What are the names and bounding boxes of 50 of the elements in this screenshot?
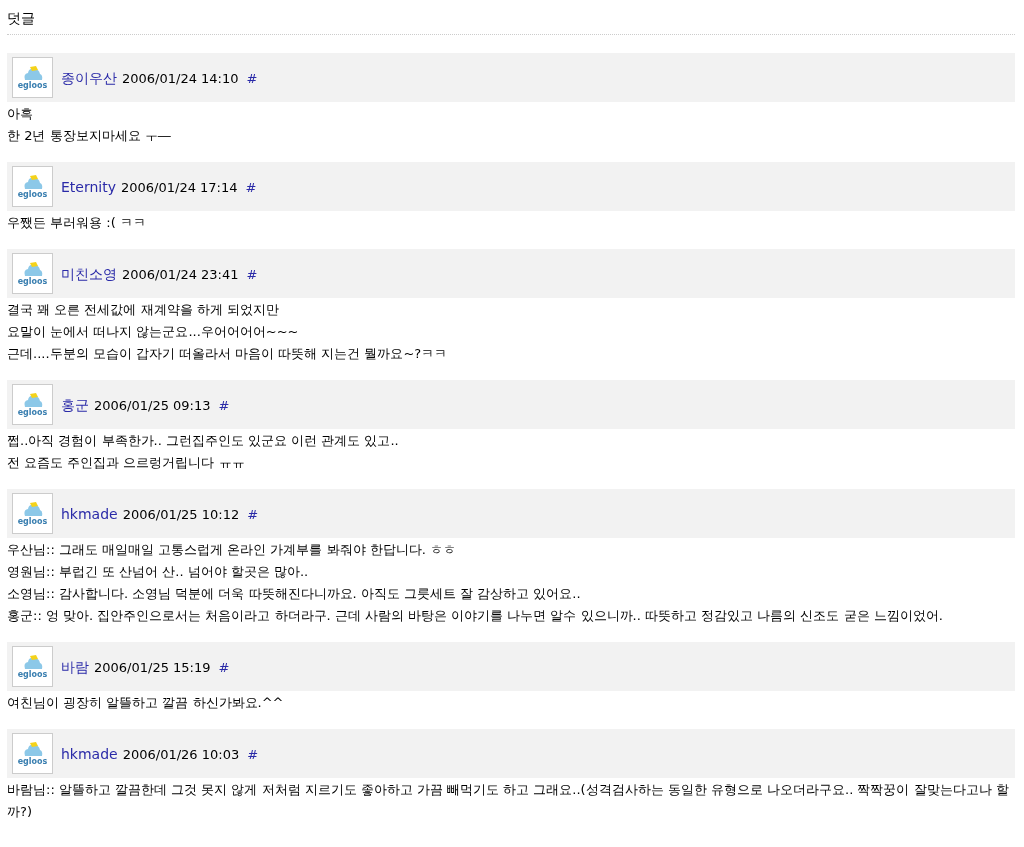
permalink[interactable]: # xyxy=(246,265,258,285)
comment-date: 2006/01/25 10:12 xyxy=(122,506,240,524)
avatar-label: egloos xyxy=(17,277,48,286)
comment-text: 우쨌든 부러워용 :( ㅋㅋ xyxy=(7,214,147,232)
comment-text: 결국 꽤 오른 전세값에 재계약을 하게 되었지만 xyxy=(7,301,280,319)
comment-text: 영원님:: 부럽긴 또 산넘어 산.. 넘어야 할곳은 많아.. xyxy=(7,563,310,581)
cloud-icon xyxy=(21,741,44,757)
comment-date: 2006/01/24 14:10 xyxy=(122,70,239,88)
comment-date: 2006/01/25 09:13 xyxy=(94,397,211,415)
permalink[interactable]: # xyxy=(247,745,259,765)
avatar-label: egloos xyxy=(17,81,48,90)
cloud-icon xyxy=(21,654,44,670)
cloud-icon xyxy=(21,174,44,190)
permalink[interactable]: # xyxy=(245,178,257,198)
comment-text: 우산님:: 그래도 매일매일 고통스럽게 온라인 가계부를 봐줘야 한답니다. ㅎㅎ xyxy=(7,541,457,559)
avatar-label: egloos xyxy=(17,517,48,526)
cloud-icon xyxy=(21,501,44,517)
cloud-icon xyxy=(21,392,44,408)
comment-text: 여친님이 굉장히 알뜰하고 깔끔 하신가봐요.^^ xyxy=(7,694,285,712)
comment-text: 홍군:: 엉 맞아. 집안주인으로서는 처음이라고 하더라구. 근데 사람의 바탕은 이야기를 나누면 알수 있으니까.. 따뜻하고 정감있고 나름의 신조도 굳은 느낌이었어. xyxy=(7,607,944,625)
comment-date: 2006/01/24 17:14 xyxy=(121,179,238,197)
comment-date: 2006/01/26 10:03 xyxy=(122,746,240,764)
author-link[interactable]: 바람 xyxy=(61,657,89,678)
avatar-label: egloos xyxy=(17,190,48,199)
author-link[interactable]: 종이우산 xyxy=(61,68,117,89)
author-link[interactable]: hkmade xyxy=(61,744,118,765)
cloud-icon xyxy=(21,65,44,81)
comment-date: 2006/01/25 15:19 xyxy=(94,659,211,677)
author-link[interactable]: hkmade xyxy=(61,504,118,525)
permalink[interactable]: # xyxy=(247,505,259,525)
section-heading: 덧글 xyxy=(7,10,35,26)
avatar-label: egloos xyxy=(17,757,48,766)
author-link[interactable]: 미친소영 xyxy=(61,264,117,285)
comment-text: 소영님:: 감사합니다. 소영님 덕분에 더욱 따뜻해진다니까요. 아직도 그릇세트 잘 감상하고 있어요.. xyxy=(7,585,582,603)
permalink[interactable]: # xyxy=(218,658,230,678)
comment-text: 전 요즘도 주인집과 으르렁거립니다 ㅠㅠ xyxy=(7,454,246,472)
cloud-icon xyxy=(21,261,44,277)
comment-text: 바람님:: 알뜰하고 깔끔한데 그것 못지 않게 저처럼 지르기도 좋아하고 가끔 빼먹기도 하고 그래요..(성격검사하는 동일한 유형으로 나오더라구요.. 짝짝꿍이 잘맞는다고나 할까?) xyxy=(7,781,1010,821)
permalink[interactable]: # xyxy=(218,396,230,416)
author-link[interactable]: Eternity xyxy=(61,177,116,198)
comment-date: 2006/01/24 23:41 xyxy=(122,266,239,284)
comment-text: 근데....두분의 모습이 갑자기 떠올라서 마음이 따뜻해 지는건 뭘까요~?ㅋㅋ xyxy=(7,345,449,363)
comment-text: 쩝..아직 경험이 부족한가.. 그런집주인도 있군요 이런 관계도 있고.. xyxy=(7,432,400,450)
comment-text: 아흑 xyxy=(7,105,34,123)
author-link[interactable]: 홍군 xyxy=(61,395,89,416)
avatar-label: egloos xyxy=(17,408,48,417)
avatar-label: egloos xyxy=(17,670,48,679)
comment-text: 한 2년 통장보지마세요 ㅜ― xyxy=(7,127,172,145)
permalink[interactable]: # xyxy=(246,69,258,89)
comment-text: 요말이 눈에서 떠나지 않는군요...우어어어어~~~ xyxy=(7,323,300,341)
